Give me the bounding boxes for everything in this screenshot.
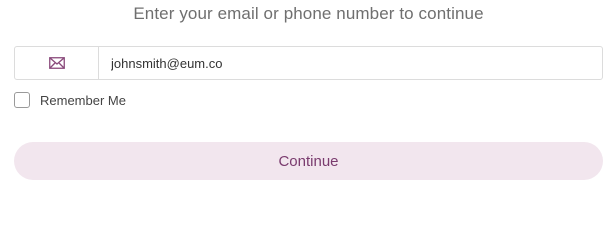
- continue-button[interactable]: Continue: [14, 142, 603, 180]
- email-or-phone-input[interactable]: [99, 47, 602, 79]
- remember-me-label: Remember Me: [40, 92, 126, 108]
- remember-me-option[interactable]: Remember Me: [14, 92, 126, 108]
- envelope-icon-glyph: [48, 57, 65, 69]
- login-form: Enter your email or phone number to cont…: [0, 0, 607, 214]
- remember-me-checkbox[interactable]: [14, 92, 30, 108]
- envelope-icon: [15, 47, 99, 79]
- email-or-phone-input-group: [14, 46, 603, 80]
- form-subtitle: Enter your email or phone number to cont…: [133, 4, 484, 23]
